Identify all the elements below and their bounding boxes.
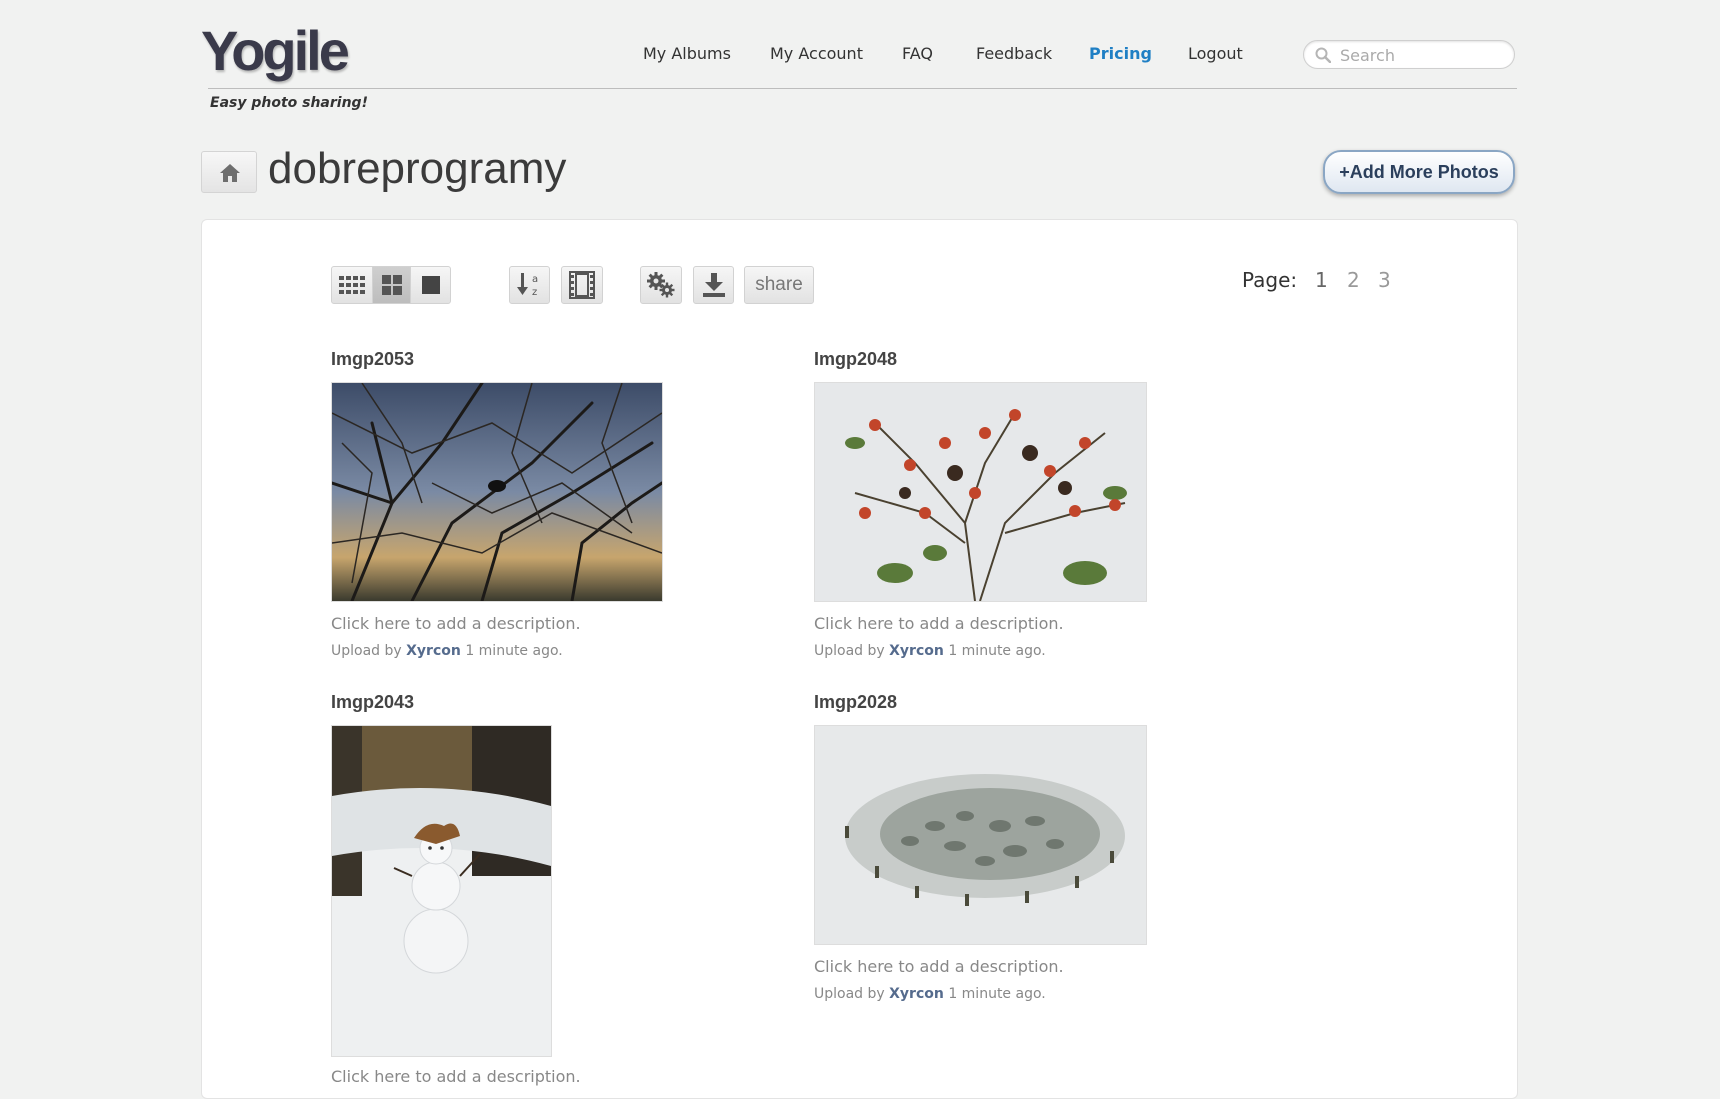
download-icon xyxy=(702,273,725,297)
home-button[interactable] xyxy=(201,151,257,193)
photo-description[interactable]: Click here to add a description. xyxy=(331,1067,581,1086)
photo-image xyxy=(815,383,1146,601)
svg-text:a: a xyxy=(532,274,538,285)
photo-image xyxy=(332,726,551,1056)
photo-meta: Upload by Xyrcon 1 minute ago. xyxy=(814,643,1046,659)
photo-title[interactable]: Imgp2028 xyxy=(814,692,897,713)
photo-description[interactable]: Click here to add a description. xyxy=(814,614,1064,633)
photo-meta: Upload by Xyrcon 1 minute ago. xyxy=(814,986,1046,1002)
photo-meta: Upload by Xyrcon 1 minute ago. xyxy=(331,643,563,659)
home-icon xyxy=(220,164,240,182)
nav-pricing[interactable]: Pricing xyxy=(1089,44,1152,63)
add-more-photos-button[interactable]: +Add More Photos xyxy=(1323,150,1515,194)
download-button[interactable] xyxy=(693,266,734,304)
photo-thumbnail[interactable] xyxy=(814,382,1147,602)
upload-time: 1 minute ago. xyxy=(465,643,563,659)
nav-logout[interactable]: Logout xyxy=(1188,44,1243,63)
single-view-icon xyxy=(421,276,440,294)
upload-prefix: Upload by xyxy=(814,643,885,659)
search-box[interactable] xyxy=(1303,40,1515,69)
uploader-link[interactable]: Xyrcon xyxy=(889,986,944,1002)
upload-prefix: Upload by xyxy=(331,643,402,659)
nav-faq[interactable]: FAQ xyxy=(902,44,933,63)
photo-thumbnail[interactable] xyxy=(814,725,1147,945)
svg-text:z: z xyxy=(532,287,537,298)
photo-description[interactable]: Click here to add a description. xyxy=(331,614,581,633)
sort-button[interactable]: a z xyxy=(509,266,550,304)
gears-icon xyxy=(647,272,675,298)
page-1-link[interactable]: 1 xyxy=(1315,268,1328,292)
small-grid-view-button[interactable] xyxy=(331,266,373,304)
single-view-button[interactable] xyxy=(410,266,451,304)
album-title: dobreprogramy xyxy=(268,144,567,193)
upload-time: 1 minute ago. xyxy=(948,986,1046,1002)
share-button[interactable]: share xyxy=(744,266,814,304)
photo-image xyxy=(332,383,662,601)
small-grid-icon xyxy=(339,276,365,294)
photo-thumbnail[interactable] xyxy=(331,725,552,1057)
uploader-link[interactable]: Xyrcon xyxy=(889,643,944,659)
slideshow-button[interactable] xyxy=(561,266,603,304)
search-input[interactable] xyxy=(1338,44,1502,67)
sort-az-icon: a z xyxy=(516,273,538,298)
photo-title[interactable]: Imgp2053 xyxy=(331,349,414,370)
page-3-link[interactable]: 3 xyxy=(1378,268,1391,292)
photo-title[interactable]: Imgp2048 xyxy=(814,349,897,370)
yogile-logo[interactable]: Yogile xyxy=(201,18,350,83)
header-divider xyxy=(208,88,1517,89)
upload-time: 1 minute ago. xyxy=(948,643,1046,659)
upload-prefix: Upload by xyxy=(814,986,885,1002)
medium-grid-view-button[interactable] xyxy=(372,266,411,304)
page-2-link[interactable]: 2 xyxy=(1347,268,1360,292)
nav-feedback[interactable]: Feedback xyxy=(976,44,1052,63)
film-icon xyxy=(569,271,595,299)
photo-title[interactable]: Imgp2043 xyxy=(331,692,414,713)
photo-image xyxy=(815,726,1146,944)
nav-my-albums[interactable]: My Albums xyxy=(643,44,731,63)
tagline: Easy photo sharing! xyxy=(210,95,368,111)
pagination: Page: 1 2 3 xyxy=(1242,268,1391,292)
search-icon xyxy=(1315,47,1331,63)
settings-button[interactable] xyxy=(640,266,682,304)
medium-grid-icon xyxy=(381,275,402,295)
uploader-link[interactable]: Xyrcon xyxy=(406,643,461,659)
photo-description[interactable]: Click here to add a description. xyxy=(814,957,1064,976)
page-label: Page: xyxy=(1242,268,1298,292)
nav-my-account[interactable]: My Account xyxy=(770,44,863,63)
photo-thumbnail[interactable] xyxy=(331,382,663,602)
